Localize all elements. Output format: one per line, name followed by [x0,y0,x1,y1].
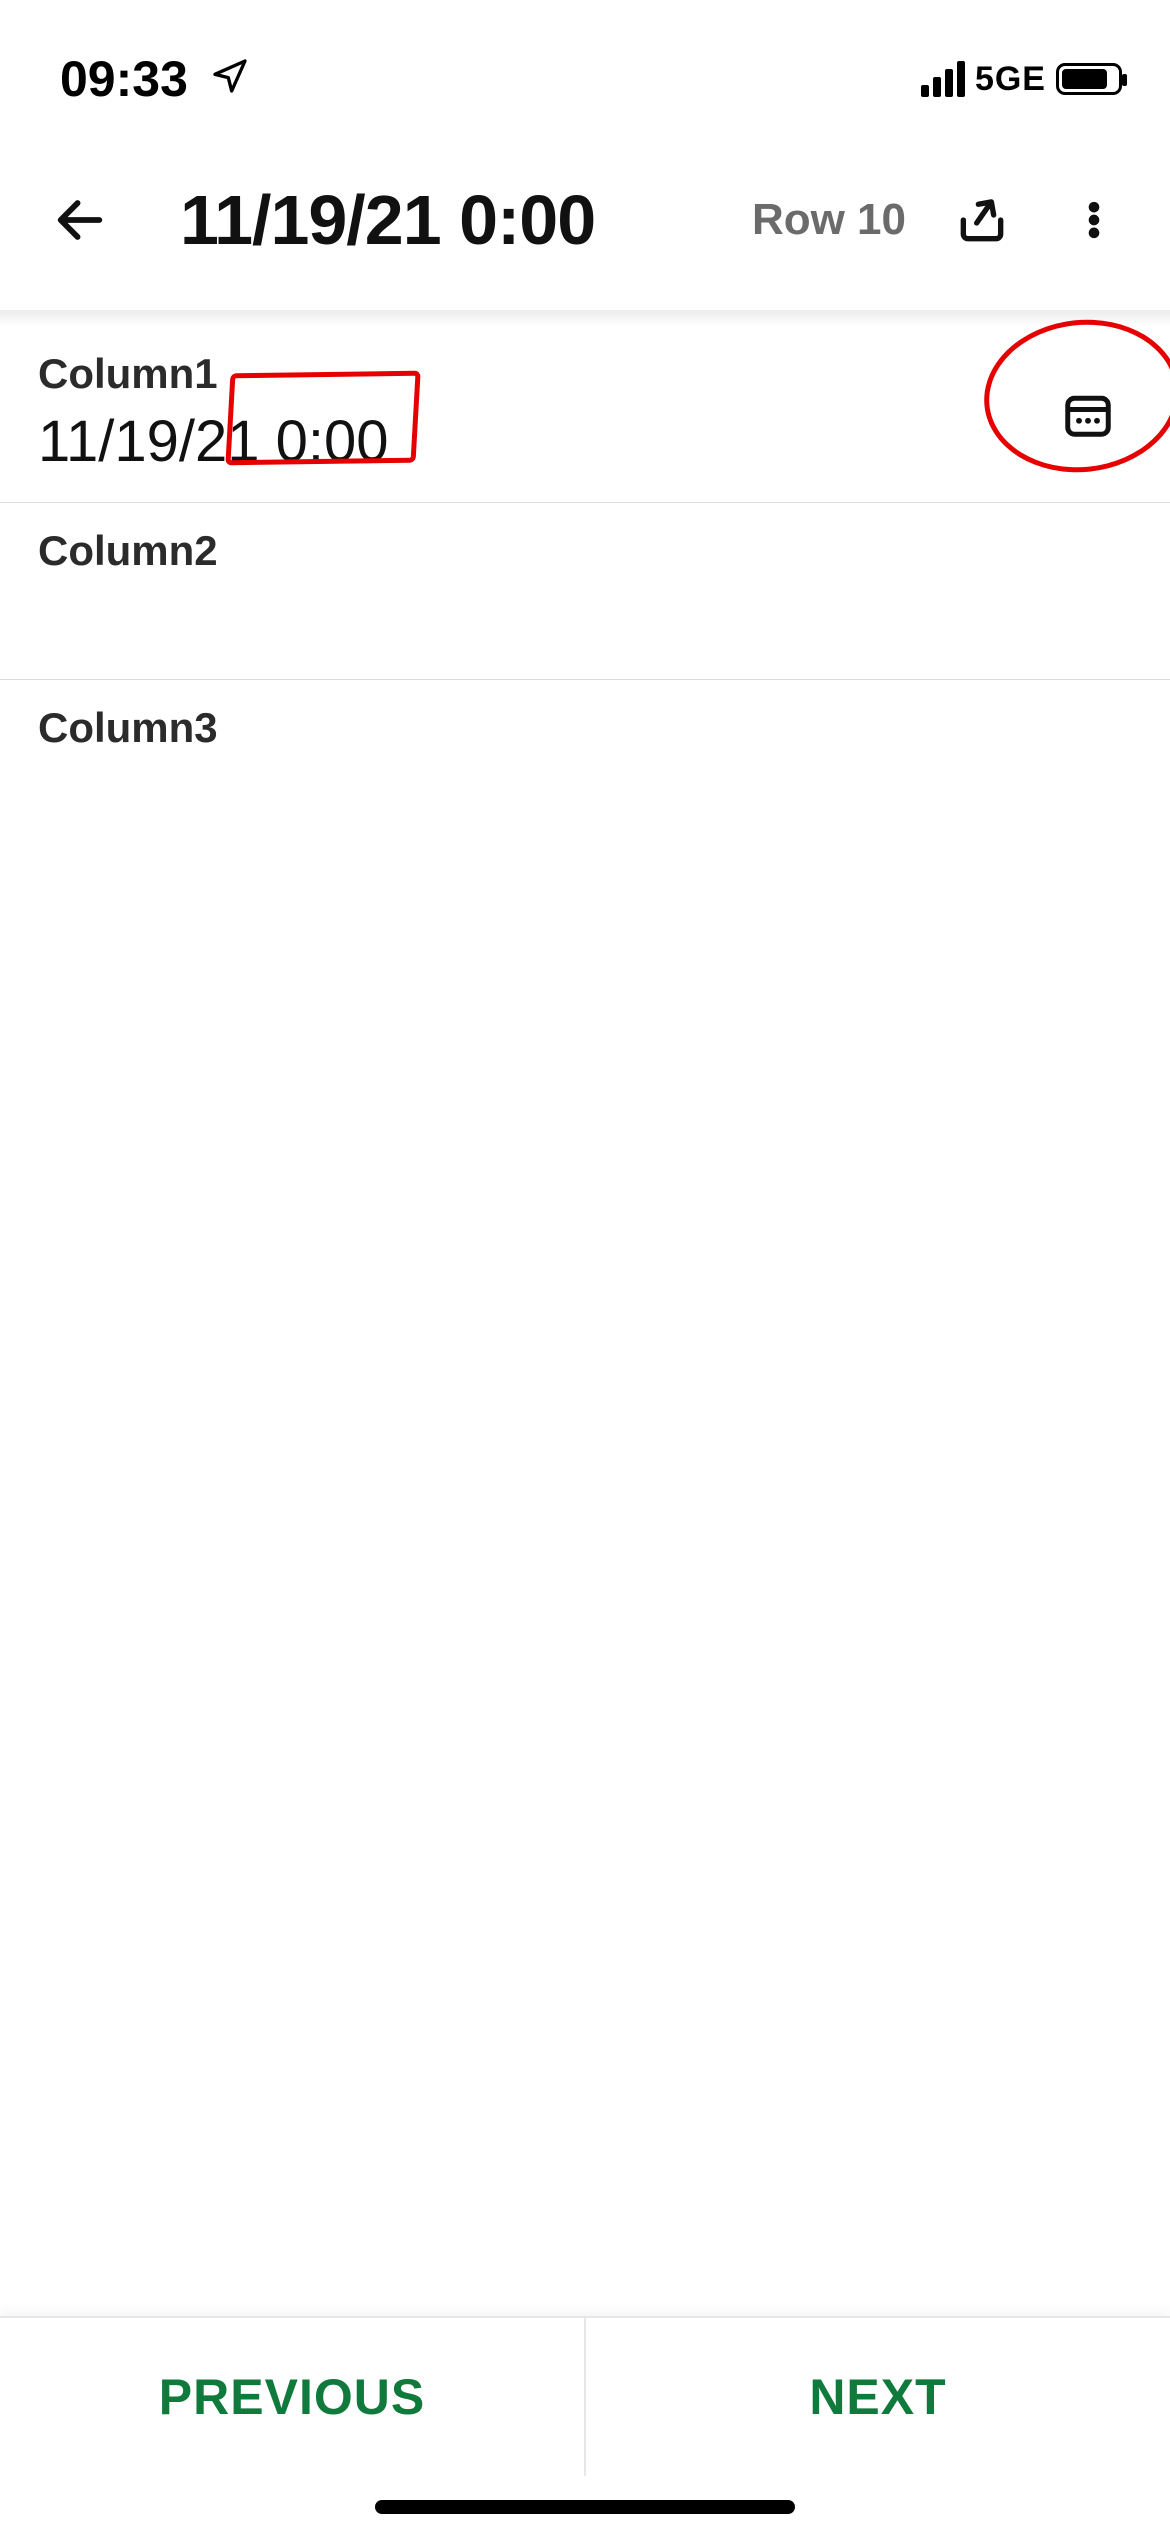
row-indicator: Row 10 [752,195,906,245]
back-button[interactable] [44,184,116,256]
home-indicator [375,2500,795,2514]
network-label: 5GE [975,60,1046,99]
status-time: 09:33 [60,50,188,108]
field-value [38,585,1132,653]
field-value [38,762,1132,830]
more-vert-icon [1072,198,1116,242]
field-label: Column2 [38,527,1132,575]
status-left: 09:33 [60,50,250,108]
next-button[interactable]: NEXT [586,2318,1170,2476]
share-button[interactable] [946,184,1018,256]
date-picker-button[interactable] [1052,378,1124,450]
field-column2[interactable]: Column2 [0,503,1170,680]
field-label: Column3 [38,704,1132,752]
signal-icon [921,61,965,97]
app-bar: 11/19/21 0:00 Row 10 [0,120,1170,312]
field-column1[interactable]: Column1 11/19/21 0:00 [0,326,1170,503]
field-label: Column1 [38,350,1132,398]
field-column3[interactable]: Column3 [0,680,1170,856]
previous-button[interactable]: PREVIOUS [0,2318,584,2476]
location-icon [210,50,250,108]
status-bar: 09:33 5GE [0,0,1170,120]
share-icon [954,192,1010,248]
battery-icon [1056,63,1122,95]
arrow-left-icon [51,191,109,249]
status-right: 5GE [921,60,1122,99]
calendar-icon [1061,387,1115,441]
bottom-bar: PREVIOUS NEXT [0,2316,1170,2476]
more-button[interactable] [1058,184,1130,256]
field-value: 11/19/21 0:00 [38,408,1132,476]
page-title: 11/19/21 0:00 [156,180,712,260]
appbar-shadow [0,312,1170,326]
